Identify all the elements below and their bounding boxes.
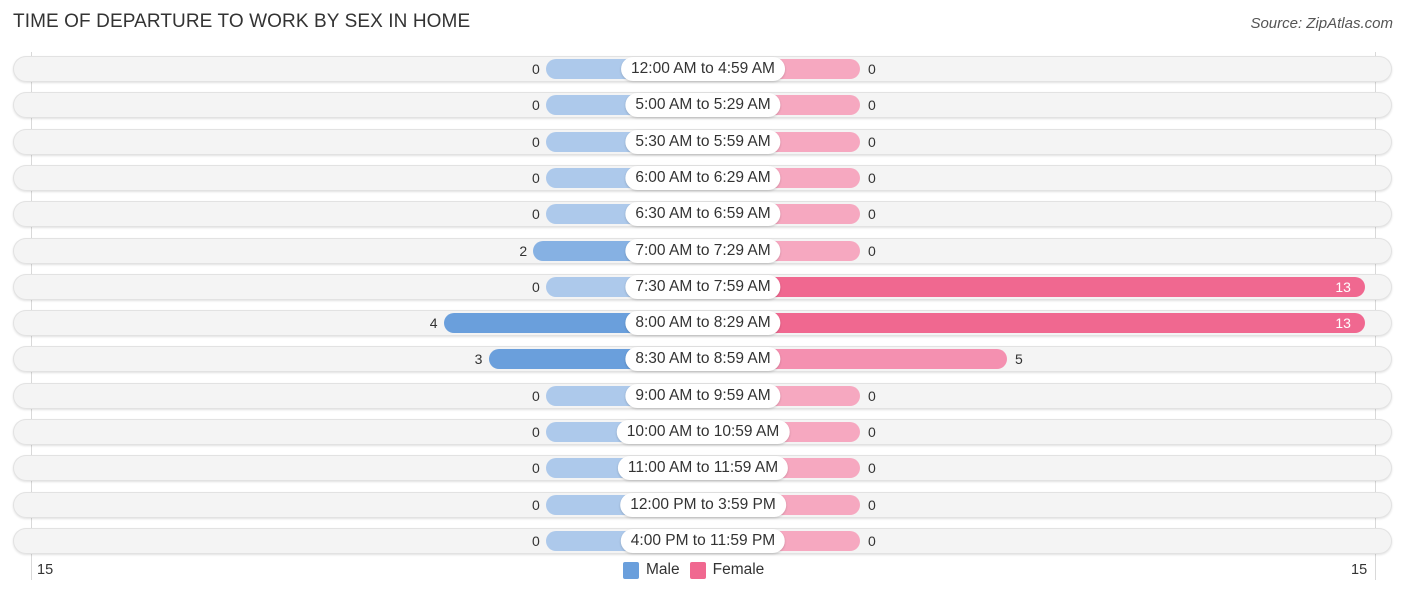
legend-label-male: Male bbox=[646, 561, 680, 578]
category-label: 7:30 AM to 7:59 AM bbox=[625, 274, 781, 299]
axis-tick-right: 15 bbox=[1351, 562, 1368, 578]
value-label-female: 0 bbox=[868, 496, 876, 513]
category-label: 6:00 AM to 6:29 AM bbox=[625, 165, 781, 190]
source-label: Source: ZipAtlas.com bbox=[1250, 15, 1393, 32]
category-label: 5:30 AM to 5:59 AM bbox=[625, 129, 781, 154]
category-label: 5:00 AM to 5:29 AM bbox=[625, 93, 781, 118]
category-label: 4:00 PM to 11:59 PM bbox=[620, 528, 786, 553]
value-label-male: 0 bbox=[532, 169, 540, 186]
value-label-male: 0 bbox=[532, 496, 540, 513]
value-label-male: 0 bbox=[532, 387, 540, 404]
legend: Male Female bbox=[623, 561, 774, 579]
bar-female[interactable] bbox=[703, 276, 1366, 297]
value-label-male: 0 bbox=[532, 61, 540, 77]
legend-swatch-male bbox=[623, 561, 639, 579]
legend-swatch-female bbox=[689, 561, 706, 579]
value-label-female: 0 bbox=[868, 133, 876, 150]
value-label-female: 0 bbox=[868, 169, 876, 186]
value-label-female: 5 bbox=[1015, 351, 1023, 368]
value-label-male: 0 bbox=[532, 206, 540, 223]
value-label-male: 0 bbox=[532, 133, 540, 150]
value-label-female: 13 bbox=[1335, 315, 1351, 332]
value-label-female: 0 bbox=[868, 242, 876, 259]
category-label: 10:00 AM to 10:59 AM bbox=[616, 420, 790, 444]
value-label-male: 0 bbox=[532, 460, 540, 477]
value-label-female: 0 bbox=[868, 424, 876, 440]
category-label: 8:30 AM to 8:59 AM bbox=[625, 347, 781, 372]
value-label-female: 13 bbox=[1335, 278, 1351, 295]
value-label-male: 4 bbox=[429, 315, 438, 332]
value-label-male: 0 bbox=[532, 532, 540, 549]
legend-label-female: Female bbox=[712, 561, 765, 578]
value-label-female: 0 bbox=[868, 97, 876, 114]
category-label: 11:00 AM to 11:59 AM bbox=[617, 456, 789, 481]
category-label: 6:30 AM to 6:59 AM bbox=[625, 202, 781, 227]
value-label-male: 3 bbox=[474, 351, 483, 368]
chart-title: TIME OF DEPARTURE TO WORK BY SEX IN HOME bbox=[13, 11, 471, 32]
value-label-female: 0 bbox=[868, 61, 876, 77]
legend-item-female[interactable]: Female bbox=[689, 561, 765, 579]
value-label-female: 0 bbox=[868, 460, 876, 477]
category-label: 12:00 PM to 3:59 PM bbox=[620, 492, 786, 517]
axis-tick-left: 15 bbox=[37, 562, 54, 578]
value-label-female: 0 bbox=[868, 532, 876, 549]
value-label-male: 0 bbox=[532, 278, 540, 295]
value-label-male: 0 bbox=[532, 424, 540, 440]
category-label: 7:00 AM to 7:29 AM bbox=[625, 238, 781, 263]
bar-female[interactable] bbox=[703, 313, 1366, 334]
value-label-male: 0 bbox=[532, 97, 540, 114]
value-label-male: 2 bbox=[519, 242, 528, 259]
value-label-female: 0 bbox=[868, 387, 876, 404]
category-label: 9:00 AM to 9:59 AM bbox=[625, 383, 781, 408]
category-label: 8:00 AM to 8:29 AM bbox=[625, 311, 781, 336]
category-label: 12:00 AM to 4:59 AM bbox=[621, 57, 785, 81]
value-label-female: 0 bbox=[868, 206, 876, 223]
legend-item-male[interactable]: Male bbox=[623, 561, 680, 579]
